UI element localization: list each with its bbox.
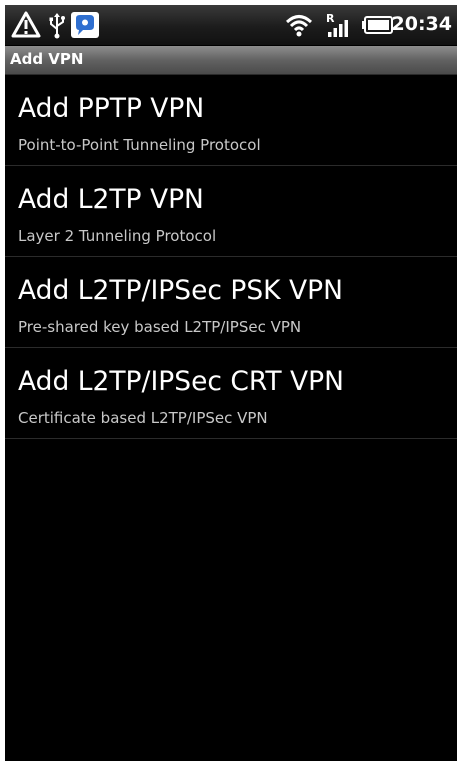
list-item-title: Add PPTP VPN <box>18 93 205 124</box>
list-item-subtitle: Certificate based L2TP/IPSec VPN <box>18 409 268 427</box>
warning-icon <box>11 11 41 38</box>
list-item-title: Add L2TP/IPSec CRT VPN <box>18 366 344 397</box>
signal-roaming-icon: R <box>326 12 348 37</box>
usb-icon <box>49 13 65 39</box>
clock-time: 20:34 <box>391 13 452 35</box>
wifi-icon <box>285 15 313 37</box>
title-bar: Add VPN <box>5 46 457 75</box>
list-item-subtitle: Layer 2 Tunneling Protocol <box>18 227 217 245</box>
roaming-label: R <box>326 12 335 25</box>
list-item-title: Add L2TP/IPSec PSK VPN <box>18 275 343 306</box>
chat-notification-icon <box>71 12 99 38</box>
list-item-add-l2tp-vpn[interactable]: Add L2TP VPN Layer 2 Tunneling Protocol <box>5 166 457 257</box>
battery-icon <box>362 16 393 34</box>
list-item-add-pptp-vpn[interactable]: Add PPTP VPN Point-to-Point Tunneling Pr… <box>5 75 457 166</box>
list-item-subtitle: Point-to-Point Tunneling Protocol <box>18 136 261 154</box>
status-bar: R 20:34 <box>5 5 457 46</box>
list-item-subtitle: Pre-shared key based L2TP/IPSec VPN <box>18 318 302 336</box>
list-item-add-l2tp-ipsec-crt-vpn[interactable]: Add L2TP/IPSec CRT VPN Certificate based… <box>5 348 457 439</box>
device-screen: R 20:34 Add VPN Add PPTP VPN Point-to-Po… <box>5 5 457 761</box>
vpn-options-list: Add PPTP VPN Point-to-Point Tunneling Pr… <box>5 75 457 439</box>
page-title: Add VPN <box>10 50 84 68</box>
list-item-title: Add L2TP VPN <box>18 184 204 215</box>
list-item-add-l2tp-ipsec-psk-vpn[interactable]: Add L2TP/IPSec PSK VPN Pre-shared key ba… <box>5 257 457 348</box>
